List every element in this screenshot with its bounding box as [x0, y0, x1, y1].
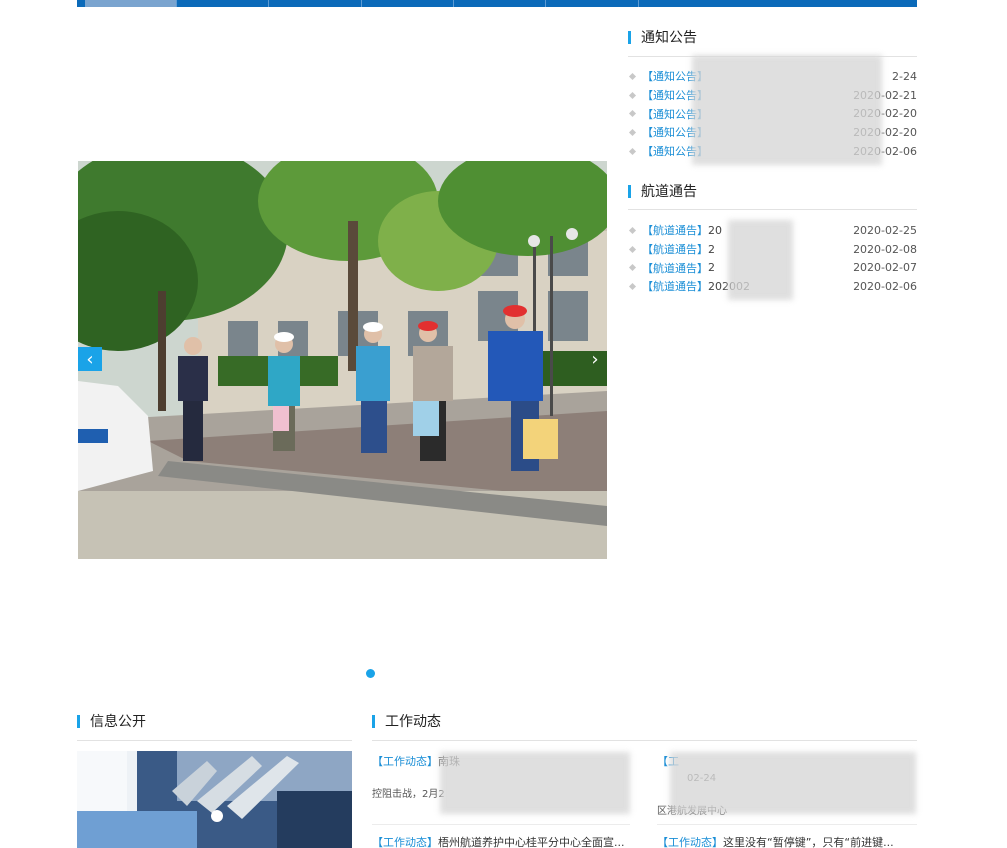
heading-bar — [628, 184, 631, 198]
nav-item-1[interactable] — [85, 0, 177, 7]
nav-item-6[interactable] — [546, 0, 639, 7]
nav-spacer — [77, 0, 85, 7]
divider — [372, 824, 630, 825]
top-nav-bar — [77, 0, 917, 7]
bullet-icon — [628, 128, 637, 136]
nav-item-3[interactable] — [269, 0, 362, 7]
bullet-icon — [628, 91, 637, 99]
redaction-blur — [670, 752, 916, 814]
carousel-prev-button[interactable]: ‹ — [78, 347, 102, 371]
heading-bar — [372, 714, 375, 728]
carousel-photo — [78, 161, 607, 559]
channel-title[interactable]: 航道通告 — [641, 181, 697, 201]
nav-item-7[interactable] — [639, 0, 917, 7]
bullet-icon — [628, 245, 637, 253]
nav-item-5[interactable] — [454, 0, 546, 7]
work-heading: 工作动态 — [372, 711, 441, 731]
work-title[interactable]: 工作动态 — [385, 711, 441, 731]
bullet-icon — [628, 264, 637, 272]
bullet-icon — [628, 110, 637, 118]
redaction-blur — [692, 55, 882, 165]
info-photo — [77, 751, 352, 848]
chevron-left-icon: ‹ — [86, 348, 94, 370]
info-heading: 信息公开 — [77, 711, 146, 731]
chevron-right-icon: › — [591, 348, 599, 370]
carousel-indicator-dot[interactable] — [366, 669, 375, 678]
bullet-icon — [628, 147, 637, 155]
notice-heading: 通知公告 — [628, 27, 697, 47]
bullet-icon — [628, 72, 637, 80]
redaction-blur — [440, 752, 630, 814]
notice-title[interactable]: 通知公告 — [641, 27, 697, 47]
heading-bar — [628, 30, 631, 44]
bullet-icon — [628, 226, 637, 234]
heading-bar — [77, 714, 80, 728]
divider — [657, 824, 917, 825]
divider — [628, 209, 917, 210]
redaction-blur — [728, 220, 793, 300]
nav-item-4[interactable] — [362, 0, 454, 7]
news-item[interactable]: 【工作动态】这里没有“暂停键”，只有“前进键... — [657, 835, 917, 848]
news-item[interactable]: 【工作动态】梧州航道养护中心桂平分中心全面宣... — [372, 835, 630, 848]
info-image[interactable] — [77, 751, 352, 848]
divider — [77, 740, 352, 741]
carousel-slide[interactable] — [78, 161, 607, 559]
channel-heading: 航道通告 — [628, 181, 697, 201]
info-title[interactable]: 信息公开 — [90, 711, 146, 731]
nav-item-2[interactable] — [177, 0, 269, 7]
divider — [372, 740, 917, 741]
carousel-next-button[interactable]: › — [583, 347, 607, 371]
bullet-icon — [628, 282, 637, 290]
